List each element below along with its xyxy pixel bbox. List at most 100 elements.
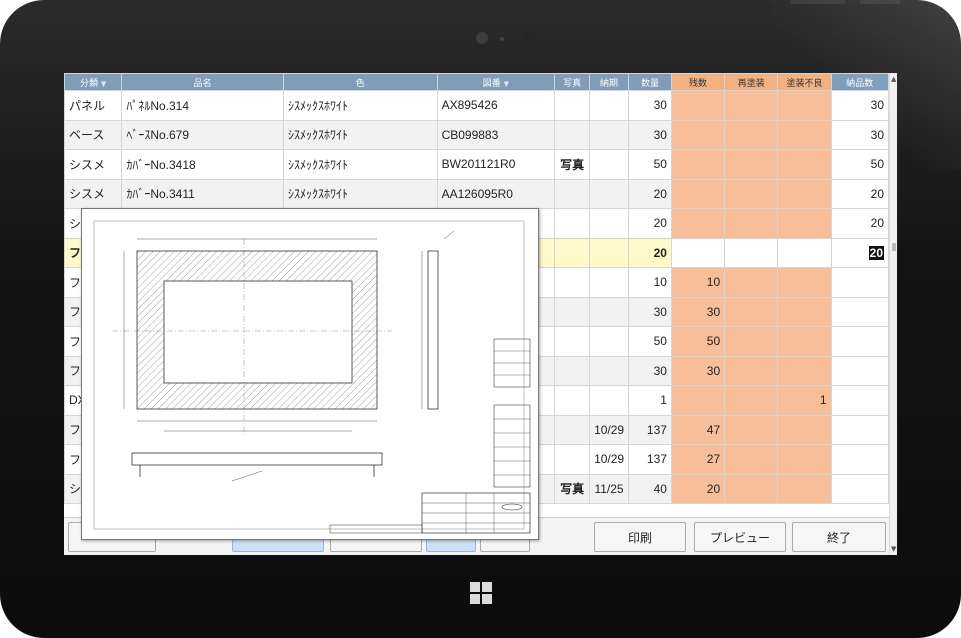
cell-nohin[interactable]: 20 [830,208,890,239]
cell-iro[interactable]: ｼｽﾒｯｸｽﾎﾜｲﾄ [283,90,438,121]
cell-nohin[interactable] [830,355,890,386]
cell-nouki[interactable] [589,267,629,298]
drawing-preview-popup[interactable] [81,208,539,540]
column-header-nohin[interactable]: 納品数 [830,73,890,91]
cell-suryo[interactable]: 30 [627,355,672,386]
cell-hinmei[interactable]: ｶﾊﾞｰNo.3411 [121,178,285,209]
cell-zansu[interactable] [670,90,726,121]
column-header-iro[interactable]: 色 [283,73,438,91]
cell-shashin[interactable] [554,355,591,386]
cell-zuban[interactable]: AX895426 [436,90,556,121]
cell-shashin[interactable] [554,208,591,239]
cell-nohin[interactable]: 30 [830,119,890,150]
table-row[interactable]: ベース ﾍﾞｰｽNo.679 ｼｽﾒｯｸｽﾎﾜｲﾄ CB099883 30 30 [64,119,890,150]
cell-nouki[interactable] [589,296,629,327]
cell-nohin[interactable] [830,326,890,357]
cell-saitoso[interactable] [724,296,779,327]
cell-shashin[interactable] [554,237,591,268]
cell-furyo[interactable] [777,90,832,121]
cell-nouki[interactable] [589,90,629,121]
cell-nouki[interactable] [589,208,629,239]
cell-zansu[interactable] [670,178,726,209]
cell-zansu[interactable]: 30 [670,355,726,386]
column-header-furyo[interactable]: 塗装不良 [777,73,832,91]
cell-zansu[interactable]: 30 [670,296,726,327]
cell-nouki[interactable] [589,119,629,150]
cell-shashin[interactable] [554,119,591,150]
cell-suryo[interactable]: 20 [627,178,672,209]
cell-zansu[interactable] [670,119,726,150]
cell-furyo[interactable] [777,267,832,298]
cell-furyo[interactable] [777,208,832,239]
cell-nohin[interactable]: 50 [830,149,890,180]
cell-saitoso[interactable] [724,355,779,386]
cell-suryo[interactable]: 30 [627,119,672,150]
cell-nouki[interactable] [589,149,629,180]
cell-nohin[interactable]: 20 [830,178,890,209]
cell-nouki[interactable] [589,178,629,209]
cell-bunrui[interactable]: パネル [64,90,123,121]
cell-saitoso[interactable] [724,119,779,150]
column-header-zansu[interactable]: 残数 [670,73,726,91]
cell-bunrui[interactable]: シスメ [64,149,123,180]
column-header-saitoso[interactable]: 再塗装 [724,73,779,91]
cell-hinmei[interactable]: ﾊﾟﾈﾙNo.314 [121,90,285,121]
cell-saitoso[interactable] [724,444,779,475]
cell-zansu[interactable]: 47 [670,414,726,445]
cell-suryo[interactable]: 137 [627,414,672,445]
cell-nouki[interactable] [589,385,629,416]
cell-furyo[interactable] [777,326,832,357]
cell-nohin[interactable] [830,385,890,416]
cell-zansu[interactable] [670,385,726,416]
preview-button[interactable]: プレビュー [694,522,786,552]
cell-shashin[interactable] [554,385,591,416]
cell-shashin[interactable] [554,178,591,209]
column-header-shashin[interactable]: 写真 [554,73,591,91]
column-header-bunrui[interactable]: 分類 ▼ [64,73,123,91]
cell-nouki[interactable]: 10/29 [589,414,629,445]
cell-hinmei[interactable]: ﾍﾞｰｽNo.679 [121,119,285,150]
cell-nouki[interactable] [589,326,629,357]
table-row[interactable]: パネル ﾊﾟﾈﾙNo.314 ｼｽﾒｯｸｽﾎﾜｲﾄ AX895426 30 30 [64,90,890,121]
cell-saitoso[interactable] [724,90,779,121]
cell-furyo[interactable] [777,355,832,386]
cell-nouki[interactable] [589,237,629,268]
scrollbar-thumb[interactable] [892,243,896,251]
cell-nouki[interactable] [589,355,629,386]
cell-zansu[interactable] [670,149,726,180]
cell-zuban[interactable]: AA126095R0 [436,178,556,209]
cell-zansu[interactable]: 10 [670,267,726,298]
cell-furyo[interactable]: 1 [777,385,832,416]
cell-zansu[interactable]: 27 [670,444,726,475]
cell-nohin[interactable]: 20 [830,237,890,268]
cell-suryo[interactable]: 10 [627,267,672,298]
table-row[interactable]: シスメ ｶﾊﾞｰNo.3418 ｼｽﾒｯｸｽﾎﾜｲﾄ BW201121R0 写真 50 50 [64,149,890,180]
cell-hinmei[interactable]: ｶﾊﾞｰNo.3418 [121,149,285,180]
column-header-hinmei[interactable]: 品名 [121,73,285,91]
cell-suryo[interactable]: 137 [627,444,672,475]
cell-zansu[interactable] [670,208,726,239]
cell-suryo[interactable]: 50 [627,149,672,180]
vertical-scrollbar[interactable]: ▲ ▼ [889,73,897,555]
cell-nohin-value[interactable]: 20 [868,245,884,260]
cell-furyo[interactable] [777,149,832,180]
cell-bunrui[interactable]: シスメ [64,178,123,209]
cell-zuban[interactable]: CB099883 [436,119,556,150]
exit-button[interactable]: 終了 [792,522,886,552]
cell-nohin[interactable] [830,414,890,445]
sort-triangle-down-icon[interactable]: ▼ [504,80,509,88]
cell-furyo[interactable] [777,296,832,327]
table-row[interactable]: シスメ ｶﾊﾞｰNo.3411 ｼｽﾒｯｸｽﾎﾜｲﾄ AA126095R0 20 20 [64,178,890,209]
cell-shashin[interactable] [554,326,591,357]
cell-shashin[interactable] [554,296,591,327]
cell-saitoso[interactable] [724,237,779,268]
cell-saitoso[interactable] [724,149,779,180]
cell-furyo[interactable] [777,473,832,504]
cell-nohin[interactable] [830,473,890,504]
cell-suryo[interactable]: 50 [627,326,672,357]
sort-triangle-down-icon[interactable]: ▼ [101,80,106,88]
cell-suryo[interactable]: 30 [627,296,672,327]
cell-suryo[interactable]: 30 [627,90,672,121]
cell-shashin[interactable] [554,267,591,298]
cell-zansu[interactable]: 50 [670,326,726,357]
